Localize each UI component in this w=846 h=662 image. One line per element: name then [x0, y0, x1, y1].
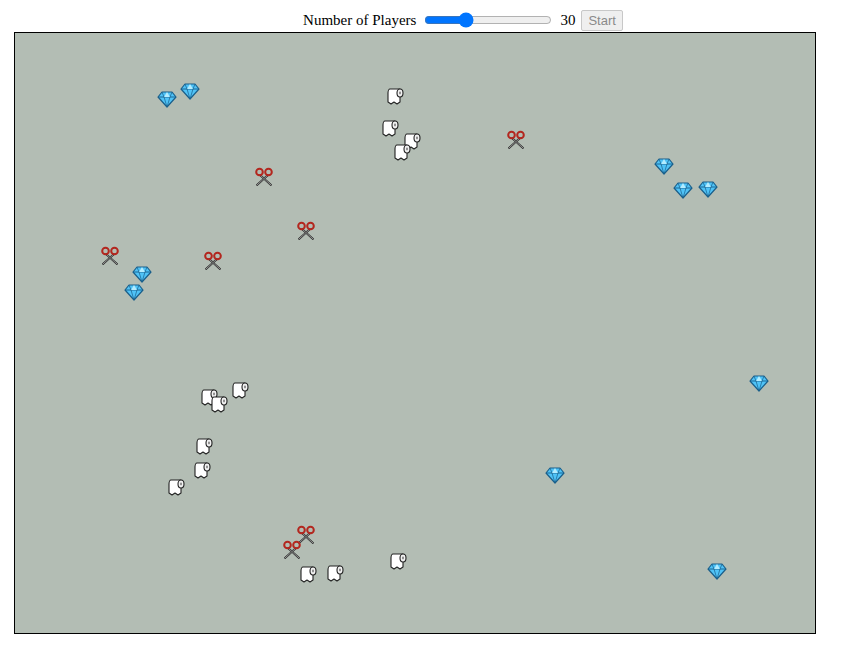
players-slider[interactable] [424, 12, 552, 28]
gem-icon [698, 179, 718, 199]
toilet-paper-icon [192, 460, 212, 480]
arena [14, 32, 816, 634]
toilet-paper-icon [325, 563, 345, 583]
gem-icon [180, 81, 200, 101]
gem-icon [749, 373, 769, 393]
scissors-icon [506, 130, 526, 150]
toilet-paper-icon [388, 551, 408, 571]
scissors-icon [296, 221, 316, 241]
toilet-paper-icon [392, 142, 412, 162]
scissors-icon [100, 246, 120, 266]
gem-icon [132, 264, 152, 284]
gem-icon [124, 282, 144, 302]
toolbar: Number of Players 30 Start [0, 9, 846, 31]
gem-icon [707, 561, 727, 581]
toilet-paper-icon [380, 118, 400, 138]
gem-icon [673, 180, 693, 200]
toilet-paper-icon [194, 436, 214, 456]
toilet-paper-icon [298, 564, 318, 584]
players-label: Number of Players [303, 12, 416, 29]
toilet-paper-icon [166, 477, 186, 497]
gem-icon [157, 89, 177, 109]
scissors-icon [282, 540, 302, 560]
gem-icon [545, 465, 565, 485]
game-page: Number of Players 30 Start [0, 0, 846, 662]
scissors-icon [203, 251, 223, 271]
start-button[interactable]: Start [581, 10, 622, 31]
toilet-paper-icon [385, 86, 405, 106]
scissors-icon [254, 167, 274, 187]
toilet-paper-icon [209, 394, 229, 414]
toilet-paper-icon [230, 380, 250, 400]
players-value: 30 [560, 12, 575, 29]
gem-icon [654, 156, 674, 176]
